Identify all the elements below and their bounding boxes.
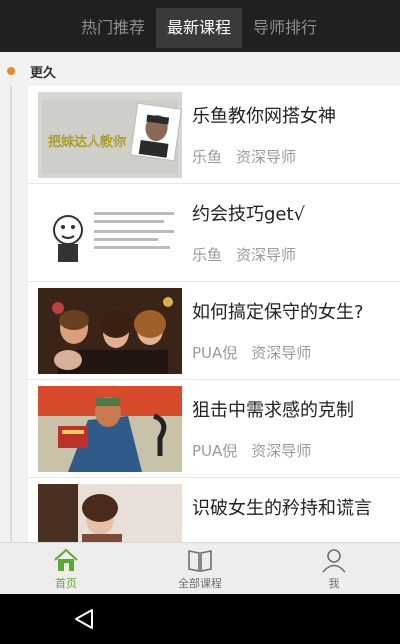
course-item[interactable]: 约会技巧get√ 乐鱼 资深导师 (28, 184, 400, 282)
course-author: 乐鱼 (192, 246, 223, 264)
course-role: 资深导师 (251, 442, 312, 460)
course-item[interactable]: 如何搞定保守的女生? PUA倪 资深导师 (28, 282, 400, 380)
course-thumbnail (38, 386, 182, 472)
system-nav-bar (0, 594, 400, 644)
thumbnail-caption: 把妹达人教你 (48, 134, 126, 150)
course-item[interactable]: 识破女生的矜持和谎言 (28, 478, 400, 542)
section-label: 更久 (30, 66, 57, 81)
course-list[interactable]: 把妹达人教你 乐鱼教你网搭女神 乐鱼 资深导师 约会技巧get√ 乐鱼 资深导师… (28, 86, 400, 542)
course-role: 资深导师 (236, 246, 297, 264)
book-icon (188, 550, 212, 572)
timeline-dot (7, 67, 15, 75)
course-thumbnail: 把妹达人教你 (38, 92, 182, 178)
course-thumbnail (38, 484, 182, 542)
course-title: 如何搞定保守的女生? (192, 302, 364, 323)
course-role: 资深导师 (251, 344, 312, 362)
home-icon (54, 548, 78, 571)
nav-all-courses-label: 全部课程 (178, 577, 222, 590)
course-meta: 乐鱼 资深导师 (192, 244, 296, 265)
nav-all-courses[interactable]: 全部课程 (160, 547, 240, 593)
nav-home[interactable]: 首页 (26, 547, 106, 593)
course-role: 资深导师 (236, 148, 297, 166)
course-title: 约会技巧get√ (192, 204, 306, 225)
section-header: 更久 (0, 58, 400, 86)
top-bar: 热门推荐 最新课程 导师排行 (0, 0, 400, 52)
course-item[interactable]: 把妹达人教你 乐鱼教你网搭女神 乐鱼 资深导师 (28, 86, 400, 184)
back-triangle-icon[interactable] (72, 607, 96, 631)
timeline-line (10, 86, 12, 542)
course-meta: PUA倪 资深导师 (192, 342, 311, 363)
course-author: PUA倪 (192, 344, 238, 362)
course-author: PUA倪 (192, 442, 238, 460)
top-tabs: 热门推荐 最新课程 导师排行 (70, 8, 328, 48)
course-author: 乐鱼 (192, 148, 223, 166)
course-meta: PUA倪 资深导师 (192, 440, 311, 461)
user-icon (322, 549, 346, 573)
nav-me[interactable]: 我 (294, 547, 374, 593)
course-meta: 乐鱼 资深导师 (192, 146, 296, 167)
tab-latest-courses[interactable]: 最新课程 (156, 8, 242, 48)
tab-mentor-ranking[interactable]: 导师排行 (242, 8, 328, 48)
course-item[interactable]: 狙击中需求感的克制 PUA倪 资深导师 (28, 380, 400, 478)
course-thumbnail (38, 190, 182, 276)
tab-hot-recommend[interactable]: 热门推荐 (70, 8, 156, 48)
nav-me-label: 我 (328, 577, 340, 590)
bottom-nav: 首页 全部课程 我 (0, 542, 400, 594)
course-title: 乐鱼教你网搭女神 (192, 106, 336, 127)
course-title: 识破女生的矜持和谎言 (192, 498, 372, 519)
course-thumbnail (38, 288, 182, 374)
course-title: 狙击中需求感的克制 (192, 400, 354, 421)
nav-home-label: 首页 (55, 577, 77, 590)
